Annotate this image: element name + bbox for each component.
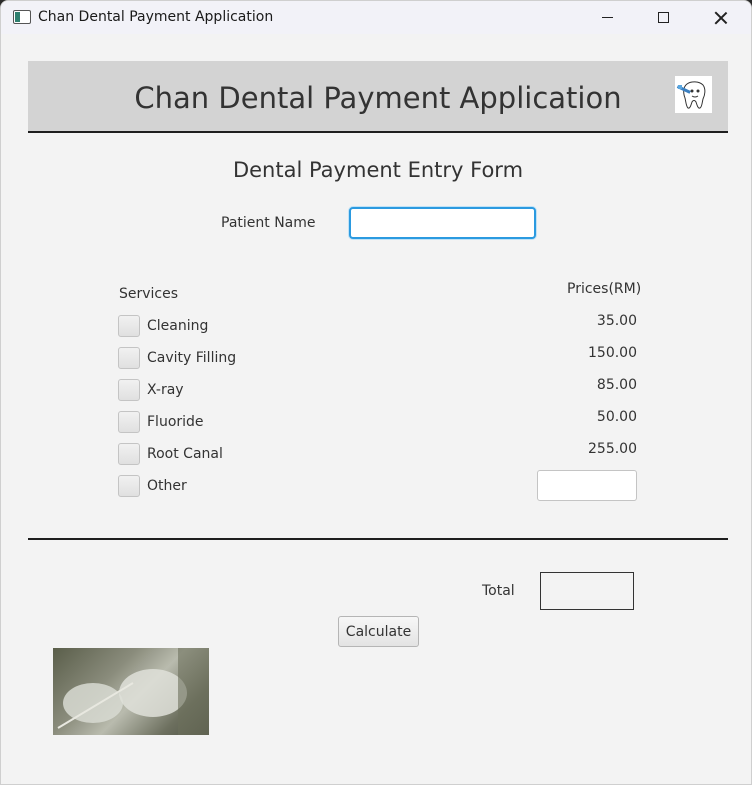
minimize-button[interactable]	[584, 1, 630, 34]
service-row-cleaning[interactable]: Cleaning	[118, 315, 208, 337]
service-row-x-ray[interactable]: X-ray	[118, 379, 184, 401]
cleaning-checkbox[interactable]	[118, 315, 140, 337]
maximize-button[interactable]	[640, 1, 686, 34]
total-label: Total	[482, 583, 515, 599]
form-title: Dental Payment Entry Form	[232, 158, 524, 182]
x-ray-checkbox[interactable]	[118, 379, 140, 401]
service-row-root-canal[interactable]: Root Canal	[118, 443, 223, 465]
maximize-icon	[657, 12, 669, 23]
patient-name-input[interactable]	[349, 207, 536, 239]
close-button[interactable]	[698, 1, 744, 34]
dental-photo	[53, 648, 209, 735]
app-window-icon	[13, 10, 31, 24]
prices-header: Prices(RM)	[567, 281, 642, 297]
window-title: Chan Dental Payment Application	[38, 9, 274, 25]
total-output	[540, 572, 634, 610]
fluoride-checkbox[interactable]	[118, 411, 140, 433]
title-bar[interactable]: Chan Dental Payment Application	[1, 1, 751, 34]
calculate-button[interactable]: Calculate	[338, 616, 419, 647]
service-label: Fluoride	[147, 414, 204, 430]
service-row-other[interactable]: Other	[118, 475, 187, 497]
minimize-icon	[601, 17, 613, 18]
service-label: Cavity Filling	[147, 350, 237, 366]
service-label: Cleaning	[147, 318, 209, 334]
x-ray-price: 85.00	[596, 377, 637, 393]
tooth-cartoon-icon	[675, 76, 712, 113]
root-canal-checkbox[interactable]	[118, 443, 140, 465]
fluoride-price: 50.00	[596, 409, 637, 425]
cavity-filling-price: 150.00	[588, 345, 637, 361]
header-banner: Chan Dental Payment Application	[28, 61, 728, 133]
other-checkbox[interactable]	[118, 475, 140, 497]
other-price-input[interactable]	[537, 470, 637, 501]
page-title: Chan Dental Payment Application	[134, 81, 622, 115]
root-canal-price: 255.00	[588, 441, 637, 457]
app-window: Chan Dental Payment Application Chan Den…	[0, 0, 752, 785]
services-header: Services	[119, 286, 179, 302]
close-icon	[714, 11, 728, 25]
service-label: X-ray	[147, 382, 184, 398]
cavity-filling-checkbox[interactable]	[118, 347, 140, 369]
service-row-fluoride[interactable]: Fluoride	[118, 411, 204, 433]
patient-name-label: Patient Name	[221, 215, 316, 231]
cleaning-price: 35.00	[596, 313, 637, 329]
service-label: Other	[147, 478, 187, 494]
service-row-cavity-filling[interactable]: Cavity Filling	[118, 347, 236, 369]
service-label: Root Canal	[147, 446, 223, 462]
section-divider	[28, 538, 728, 540]
